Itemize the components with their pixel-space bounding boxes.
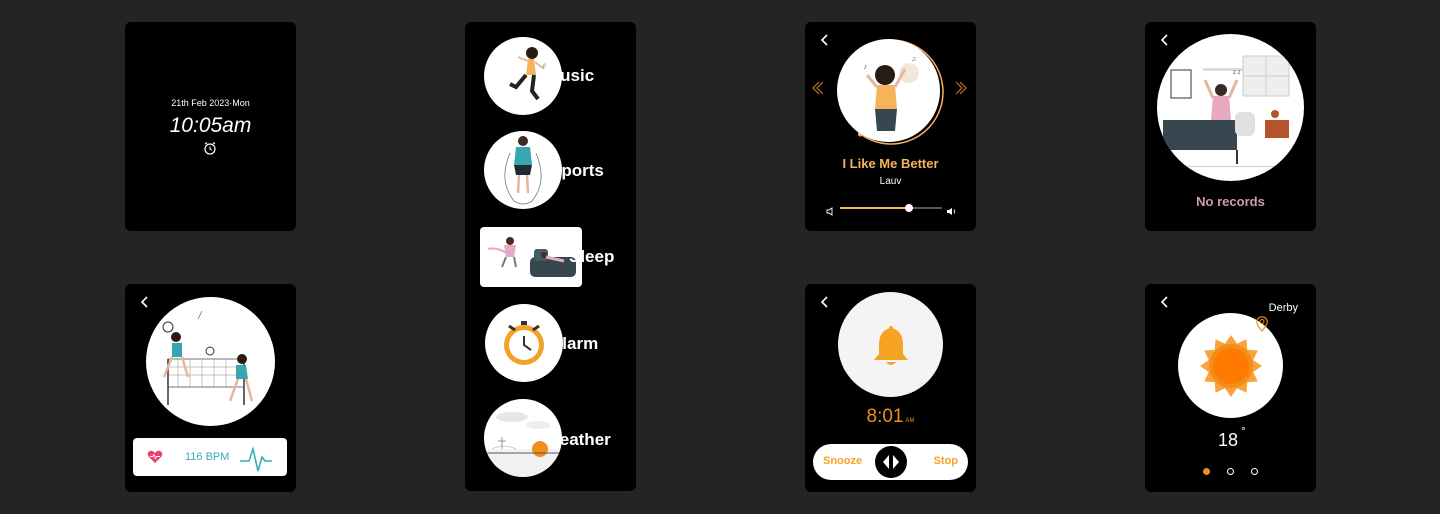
menu-item-sports[interactable]: Sports [484, 131, 609, 209]
menu-label-sports: Sports [550, 161, 604, 180]
clock-date: 21th Feb 2023·Mon [171, 98, 250, 108]
menu-item-music[interactable]: ♫ Music [484, 37, 602, 115]
song-artist: Lauv [879, 176, 902, 187]
volume-slider-fill [840, 207, 910, 209]
svg-text:♫: ♫ [911, 56, 916, 63]
weather-city: Derby [1268, 302, 1298, 314]
clock-time: 10:05am [169, 114, 252, 137]
sleep-records-screen: z z No records [1145, 22, 1316, 231]
temperature-value: 18 [1218, 430, 1239, 450]
volume-slider-knob[interactable] [905, 204, 914, 212]
page-dot-1[interactable] [1203, 468, 1210, 475]
sleep-illustration [480, 227, 582, 287]
menu-label-weather: Weather [544, 430, 611, 449]
temperature-degree: ° [1241, 424, 1246, 438]
menu-label-music: Music [546, 66, 595, 85]
volume-slider[interactable] [840, 204, 942, 212]
alarm-action-slider[interactable]: Snooze Stop [813, 444, 968, 480]
heart-icon [147, 450, 163, 469]
bell-icon [871, 324, 911, 373]
back-arrow-icon[interactable] [136, 293, 154, 311]
badminton-illustration [146, 297, 275, 426]
clock-screen: 21th Feb 2023·Mon 10:05am [125, 22, 296, 231]
bell-circle [838, 292, 943, 397]
previous-track-icon[interactable] [811, 80, 825, 101]
location-pin-icon[interactable] [1256, 316, 1268, 337]
stop-button[interactable]: Stop [934, 455, 958, 467]
heart-rate-card: 116 BPM [133, 438, 287, 476]
next-track-icon[interactable] [954, 80, 968, 101]
badminton-screen: 116 BPM [125, 284, 296, 492]
alarm-time-value: 8:01 [866, 406, 904, 427]
volume-low-icon[interactable] [826, 203, 835, 221]
heart-rate-value: 116 BPM [185, 451, 230, 463]
weather-screen: Derby 18 ° [1145, 284, 1316, 492]
back-arrow-icon[interactable] [816, 31, 834, 49]
alarm-clock-icon[interactable] [202, 140, 218, 161]
bedroom-illustration: z z [1157, 34, 1304, 181]
volume-high-icon[interactable] [946, 203, 957, 221]
menu-item-alarm[interactable]: Alarm [485, 304, 607, 382]
back-arrow-icon[interactable] [1156, 31, 1174, 49]
menu-item-sleep[interactable]: Sleep [480, 227, 625, 287]
alarm-time-ampm: AM [905, 418, 915, 424]
music-screen: ♪ ♫ I Like Me Better Lauv [805, 22, 976, 231]
svg-text:z z: z z [1233, 70, 1241, 76]
menu-screen: ♫ Music Sports Sleep Alarm Weather [465, 22, 636, 491]
back-arrow-icon[interactable] [1156, 293, 1174, 311]
alarm-screen: 8:01 AM Snooze Stop [805, 284, 976, 492]
page-dot-3[interactable] [1251, 468, 1258, 475]
song-title: I Like Me Better [842, 156, 939, 171]
menu-label-alarm: Alarm [550, 334, 599, 353]
heartbeat-wave-icon [239, 443, 273, 478]
no-records-text: No records [1196, 194, 1265, 209]
back-arrow-icon[interactable] [816, 293, 834, 311]
sun-icon [1199, 334, 1263, 403]
alarm-time: 8:01 AM [805, 406, 976, 428]
slider-knob[interactable] [875, 446, 907, 478]
page-dot-2[interactable] [1227, 468, 1234, 475]
snooze-button[interactable]: Snooze [823, 455, 862, 467]
svg-text:♪: ♪ [863, 62, 867, 71]
menu-label-sleep: Sleep [569, 247, 615, 266]
menu-item-weather[interactable]: Weather [484, 399, 622, 477]
album-art: ♪ ♫ [837, 39, 940, 142]
